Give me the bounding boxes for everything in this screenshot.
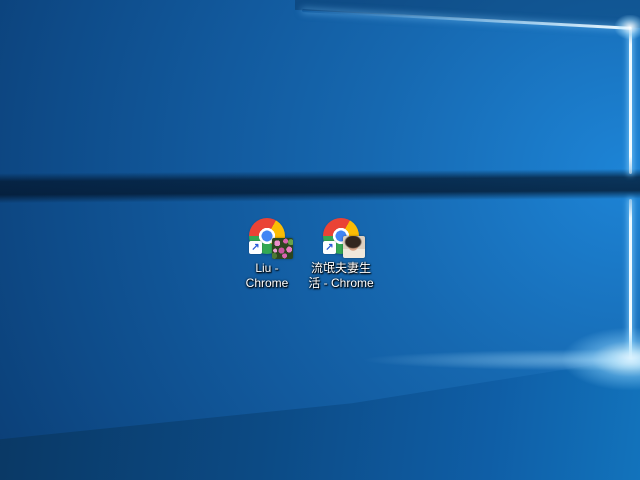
wallpaper-dark-band xyxy=(0,168,640,204)
desktop[interactable]: ↗ Liu - Chrome ↗ 流氓夫妻生 活 - Chrome xyxy=(0,0,640,480)
shortcut-arrow-glyph: ↗ xyxy=(251,241,260,253)
icon-label-line: 活 - Chrome xyxy=(308,276,374,290)
shortcut-arrow-glyph: ↗ xyxy=(325,241,334,253)
icon-label-line: Liu - xyxy=(255,261,279,275)
wallpaper-beam-junction-glow xyxy=(615,15,640,39)
chrome-shortcut-icon: ↗ xyxy=(323,218,365,258)
shortcut-arrow-icon: ↗ xyxy=(323,241,336,254)
icon-label-liu-chrome: Liu - Chrome xyxy=(246,261,289,291)
desktop-icon-liu-chrome[interactable]: ↗ Liu - Chrome xyxy=(229,214,305,291)
icon-label-line: Chrome xyxy=(245,276,289,290)
wallpaper-horizontal-light-streak xyxy=(360,349,640,371)
profile-photo-badge-portrait xyxy=(343,236,365,258)
chrome-shortcut-icon: ↗ xyxy=(249,218,293,259)
icon-label-liumang-fuqi-shenghuo-chrome: 流氓夫妻生 活 - Chrome xyxy=(308,261,373,291)
shortcut-arrow-icon: ↗ xyxy=(249,241,262,254)
wallpaper-vertical-light-line-upper xyxy=(629,27,632,174)
icon-label-line: 流氓夫妻生 xyxy=(310,261,371,275)
profile-photo-badge-flowers xyxy=(272,238,293,259)
desktop-icon-liumang-fuqi-shenghuo-chrome[interactable]: ↗ 流氓夫妻生 活 - Chrome xyxy=(303,214,379,291)
